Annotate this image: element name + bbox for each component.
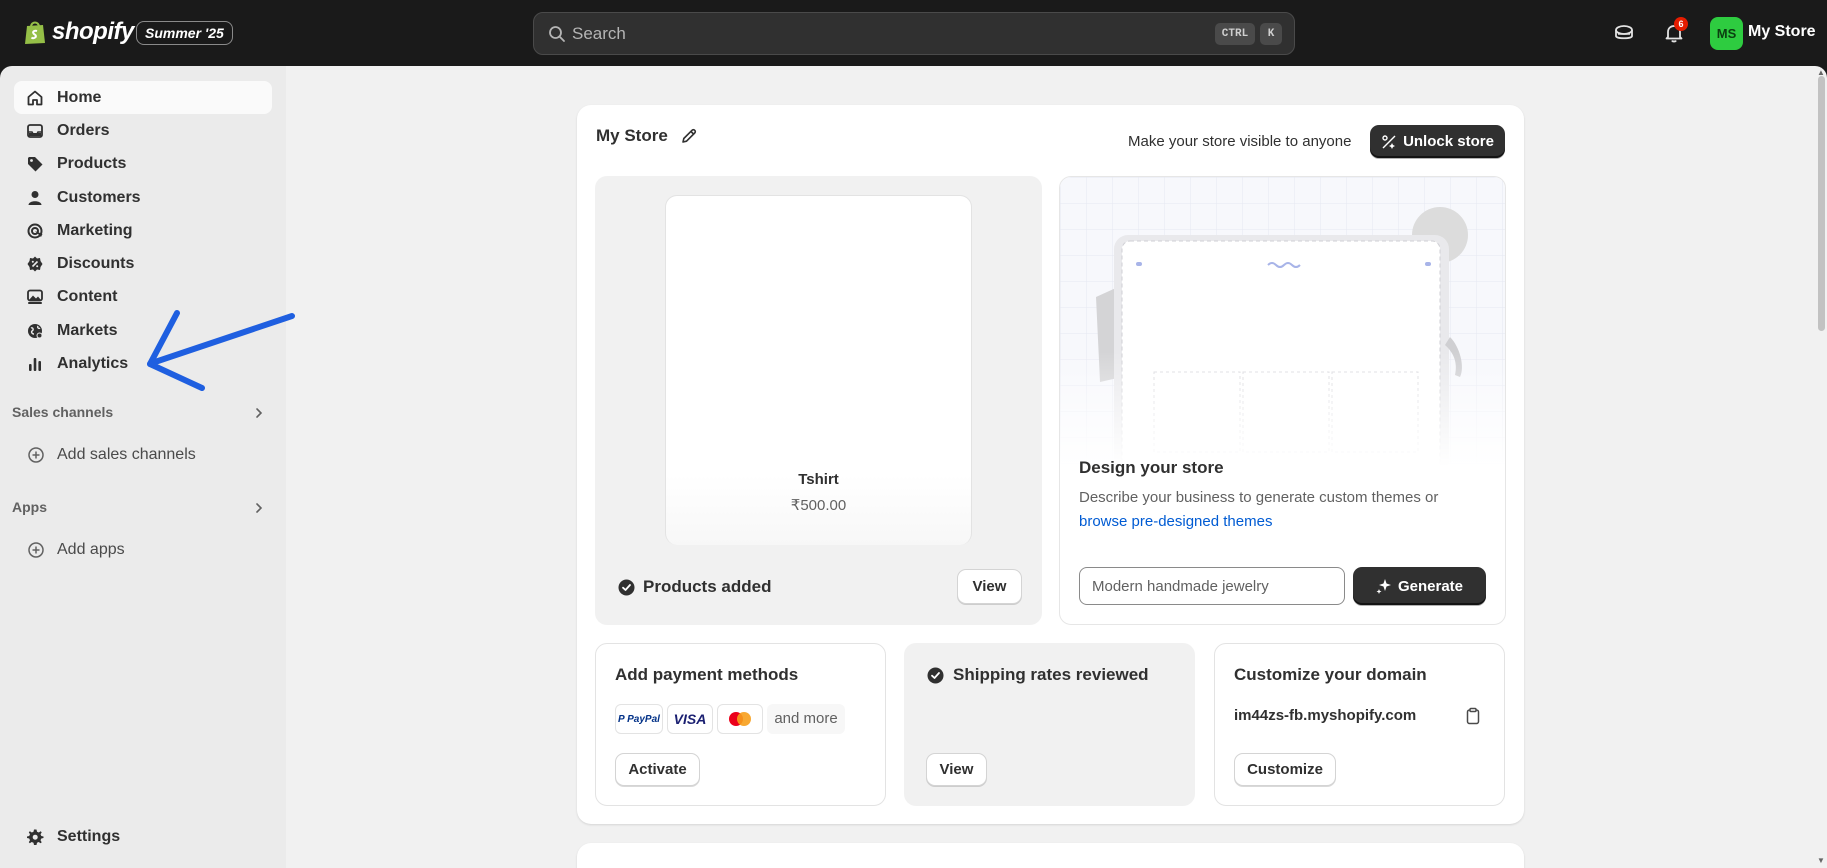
activate-button[interactable]: Activate [615, 753, 700, 786]
shopify-bag-icon [25, 21, 45, 44]
chevron-right-icon[interactable] [252, 406, 266, 420]
globe-icon [28, 324, 43, 339]
mastercard-logo [717, 704, 763, 734]
inbox-icon [27, 124, 43, 138]
search-input[interactable] [572, 13, 1172, 54]
scrollbar-thumb[interactable] [1818, 76, 1825, 331]
design-store-title: Design your store [1079, 458, 1224, 477]
product-preview-card[interactable]: Tshirt ₹500.00 [665, 195, 972, 545]
store-title: My Store [596, 126, 668, 145]
store-illustration [1060, 177, 1505, 478]
payment-methods-title: Add payment methods [615, 665, 799, 684]
clipboard-icon[interactable] [1464, 707, 1482, 725]
product-price: ₹500.00 [790, 497, 847, 514]
domain-title: Customize your domain [1234, 665, 1427, 684]
discount-icon [27, 256, 43, 272]
shortcut-k-key: K [1260, 23, 1282, 45]
sidebar-item-orders[interactable]: Orders [14, 114, 272, 147]
paypal-label: PayPal [627, 713, 660, 725]
add-circle-icon[interactable] [27, 446, 45, 464]
add-circle-icon[interactable] [27, 541, 45, 559]
generate-button[interactable]: Generate [1353, 567, 1486, 605]
chevron-right-icon[interactable] [252, 501, 266, 515]
annotation-arrow [147, 310, 295, 391]
business-description-input[interactable] [1079, 567, 1345, 605]
next-card [577, 843, 1524, 868]
unlock-store-label: Unlock store [1403, 133, 1494, 150]
person-icon [28, 191, 42, 205]
unlock-sparkle-icon [1382, 134, 1396, 149]
products-added-status: Products added [643, 577, 772, 596]
visa-label: VISA [673, 711, 707, 727]
sidebar-item-settings[interactable]: Settings [14, 820, 272, 853]
check-circle-icon [927, 667, 944, 684]
sparkle-icon [1376, 579, 1391, 594]
store-name-menu[interactable]: My Store [1748, 23, 1816, 41]
shopify-logo[interactable]: shopify [24, 18, 134, 46]
shipping-rates-title: Shipping rates reviewed [953, 665, 1149, 684]
scroll-down-arrow[interactable]: ▼ [1817, 856, 1825, 865]
sidebar-item-customers[interactable]: Customers [14, 181, 272, 214]
sidebar-item-discounts[interactable]: Discounts [14, 247, 272, 280]
sidebar-item-label: Home [57, 89, 102, 106]
sidebar-item-label: Products [57, 155, 127, 172]
shortcut-ctrl-key: CTRL [1215, 23, 1255, 45]
apps-heading[interactable]: Apps [12, 499, 47, 515]
sidebar-item-marketing[interactable]: Marketing [14, 214, 272, 247]
brand-name: shopify [52, 18, 134, 45]
sidekick-icon[interactable] [1613, 22, 1635, 44]
view-shipping-button[interactable]: View [926, 753, 987, 786]
more-payment-methods: and more [767, 704, 845, 734]
store-visibility-text: Make your store visible to anyone [1128, 133, 1352, 150]
bar-chart-icon [29, 358, 41, 371]
edition-badge[interactable]: Summer '25 [136, 21, 233, 45]
sidebar-item-label: Customers [57, 189, 141, 206]
check-circle-icon [618, 579, 635, 596]
tag-icon [28, 157, 43, 172]
sidebar-item-label: Orders [57, 122, 110, 139]
notification-badge: 6 [1674, 17, 1688, 31]
sidebar-item-label: Marketing [57, 222, 133, 239]
sidebar-item-home[interactable]: Home [14, 81, 272, 114]
sidebar-item-label: Discounts [57, 255, 135, 272]
browse-themes-link[interactable]: browse pre-designed themes [1079, 513, 1272, 530]
search-bar[interactable]: CTRL K [533, 12, 1295, 55]
sidebar-item-label: Analytics [57, 355, 129, 372]
avatar[interactable]: MS [1710, 17, 1743, 50]
visa-logo: VISA [667, 704, 713, 734]
pencil-icon[interactable] [680, 127, 698, 145]
generate-label: Generate [1397, 577, 1464, 595]
add-sales-channels-link[interactable]: Add sales channels [57, 446, 196, 464]
domain-url: im44zs-fb.myshopify.com [1234, 707, 1417, 724]
target-icon [27, 223, 43, 239]
paypal-logo: P PayPal [615, 704, 663, 734]
top-bar: shopify Summer '25 CTRL K 6 MS My Store [0, 0, 1827, 66]
search-icon [549, 26, 565, 42]
sidebar-item-label: Content [57, 288, 118, 305]
design-store-description: Describe your business to generate custo… [1079, 489, 1439, 506]
mastercard-icon [729, 712, 751, 726]
sidebar-item-label: Settings [57, 828, 121, 845]
unlock-store-button[interactable]: Unlock store [1370, 125, 1505, 158]
image-icon [27, 289, 43, 304]
view-products-button[interactable]: View [957, 569, 1022, 604]
gear-icon [27, 829, 44, 845]
home-icon [27, 90, 43, 106]
customize-button[interactable]: Customize [1234, 753, 1336, 786]
sidebar-item-label: Markets [57, 322, 118, 339]
product-name: Tshirt [798, 471, 839, 488]
add-apps-link[interactable]: Add apps [57, 541, 125, 559]
sales-channels-heading[interactable]: Sales channels [12, 404, 113, 420]
design-store-panel [1059, 176, 1506, 625]
sidebar-item-products[interactable]: Products [14, 147, 272, 180]
